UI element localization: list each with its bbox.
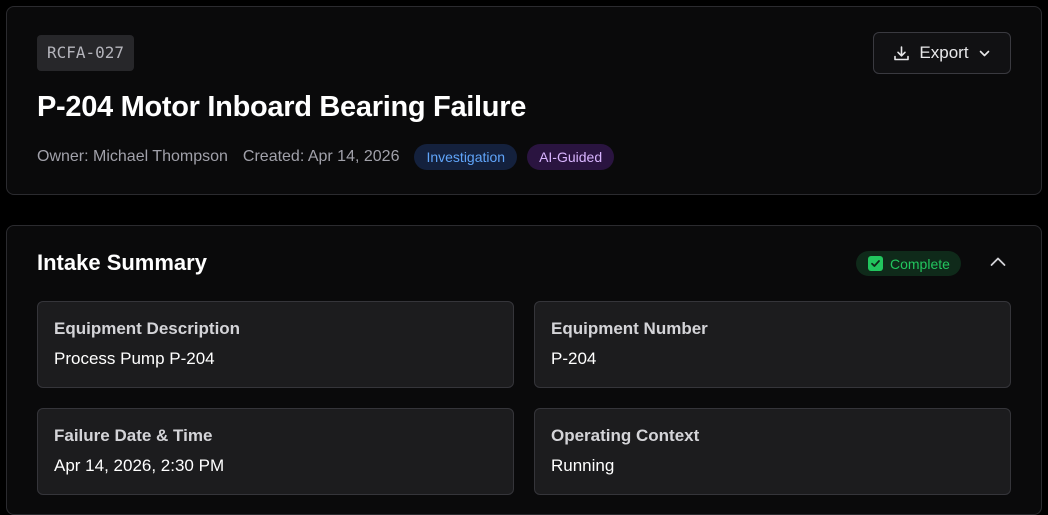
field-value: Running	[551, 456, 615, 475]
field-label: Operating Context	[551, 426, 700, 445]
badge-ai-guided: AI-Guided	[527, 144, 615, 170]
field-value: Process Pump P-204	[54, 349, 215, 368]
field-value: P-204	[551, 349, 597, 368]
status-badge-investigation: Investigation	[414, 144, 518, 170]
created-date: Created: Apr 14, 2026	[242, 148, 400, 165]
export-button[interactable]: Export	[873, 32, 1011, 74]
owner-text: Owner: Michael Thompson	[37, 148, 228, 165]
status-label: Complete	[890, 255, 950, 272]
case-id-tag: RCFA-027	[37, 35, 135, 71]
field-label: Equipment Number	[551, 319, 708, 338]
field-failure-date-time: Failure Date & Time Apr 14, 2026, 2:30 P…	[37, 408, 514, 495]
complete-status-badge: Complete	[856, 251, 961, 276]
download-icon	[893, 45, 910, 62]
case-header-card: RCFA-027 Export P-204 Motor Inboard Bear…	[6, 6, 1042, 195]
collapse-section-button[interactable]	[985, 251, 1011, 277]
field-equipment-description: Equipment Description Process Pump P-204	[37, 301, 514, 388]
field-label: Failure Date & Time	[54, 426, 213, 445]
chevron-up-icon	[988, 252, 1008, 277]
case-meta: Owner: Michael Thompson Created: Apr 14,…	[37, 144, 615, 170]
field-label: Equipment Description	[54, 319, 241, 338]
page-title: P-204 Motor Inboard Bearing Failure	[37, 91, 527, 123]
checkbox-checked-icon	[868, 256, 883, 271]
field-equipment-number: Equipment Number P-204	[534, 301, 1011, 388]
field-operating-context: Operating Context Running	[534, 408, 1011, 495]
chevron-down-icon	[978, 47, 991, 60]
section-title: Intake Summary	[37, 250, 207, 275]
intake-summary-card: Intake Summary Complete Equipment Descri…	[6, 225, 1042, 515]
field-value: Apr 14, 2026, 2:30 PM	[54, 456, 225, 475]
export-label: Export	[919, 43, 969, 62]
